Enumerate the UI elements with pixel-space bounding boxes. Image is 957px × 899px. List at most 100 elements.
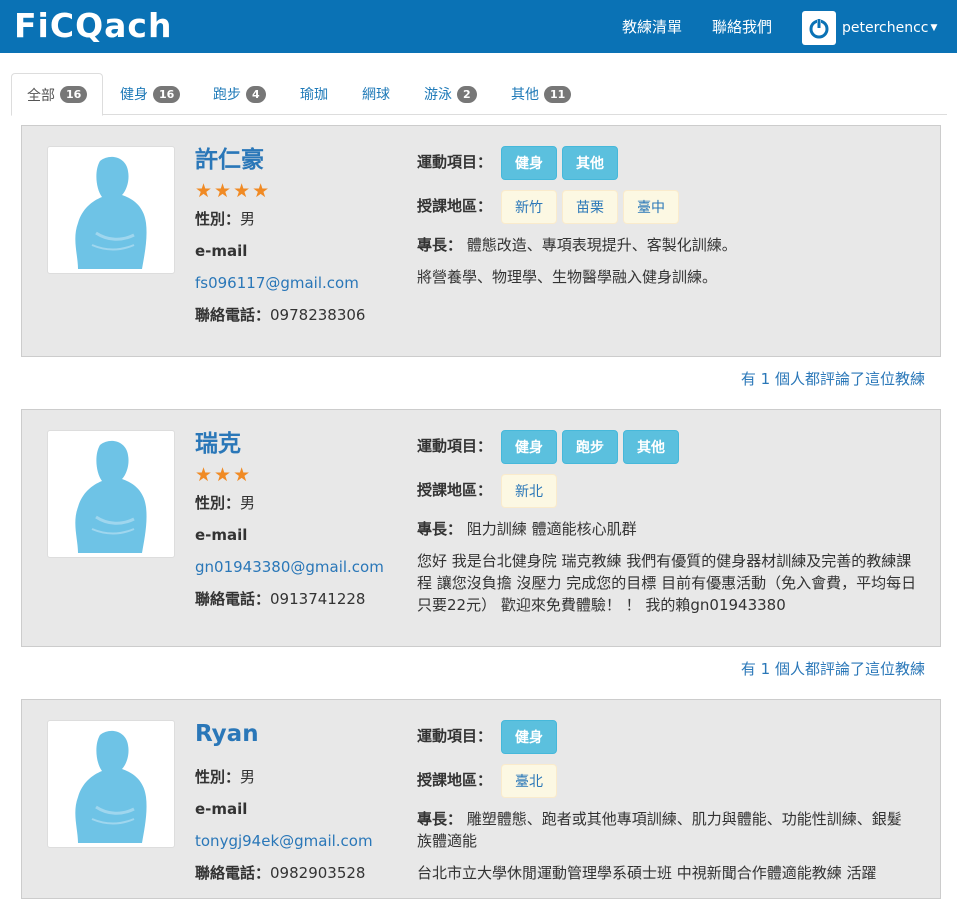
- count-badge: 16: [153, 85, 181, 103]
- specialty-text: 體態改造、專項表現提升、客製化訓練。: [466, 236, 737, 254]
- coach-name[interactable]: 許仁豪: [195, 146, 264, 174]
- avatar: [47, 146, 175, 274]
- specialty-text: 雕塑體態、跑者或其他專項訓練、肌力與體能、功能性訓練、銀髮族體適能: [417, 810, 902, 850]
- phone-label: 聯絡電話：: [195, 590, 271, 608]
- tab-label: 全部: [27, 87, 55, 104]
- email-label: e-mail: [195, 525, 247, 545]
- tab-all[interactable]: 全部 16: [11, 73, 104, 116]
- email-label-text: e-mail: [195, 526, 248, 544]
- email-link[interactable]: tonygj94ek@gmail.com: [195, 831, 373, 851]
- tab-running[interactable]: 跑步 4: [198, 73, 281, 115]
- coach-description: 將營養學、物理學、生物醫學融入健身訓練。: [417, 268, 718, 286]
- nav-contact-link[interactable]: 聯絡我們: [712, 17, 772, 37]
- area-chip[interactable]: 臺北: [501, 764, 557, 798]
- gender-line: 性別：男: [195, 493, 255, 513]
- phone-value: 0913741228: [270, 590, 366, 608]
- coach-name[interactable]: Ryan: [195, 720, 259, 748]
- areas-label: 授課地區：: [417, 481, 493, 499]
- tab-label: 游泳: [424, 87, 452, 103]
- sport-chip[interactable]: 健身: [501, 146, 557, 180]
- gender-value: 男: [240, 210, 256, 228]
- caret-down-icon: ▼: [930, 23, 938, 33]
- gender-value: 男: [240, 768, 256, 786]
- tab-fitness[interactable]: 健身 16: [105, 73, 195, 115]
- phone-label: 聯絡電話：: [195, 864, 271, 882]
- gender-line: 性別：男: [195, 209, 255, 229]
- sport-chip[interactable]: 跑步: [562, 430, 618, 464]
- tab-other[interactable]: 其他 11: [496, 73, 586, 115]
- email-label-text: e-mail: [195, 800, 248, 818]
- category-tabs: 全部 16 健身 16 跑步 4 瑜珈 網球 游泳 2 其他 11: [11, 73, 947, 116]
- sport-chip[interactable]: 其他: [623, 430, 679, 464]
- areas-label: 授課地區：: [417, 197, 493, 215]
- specialty-label: 專長：: [417, 810, 463, 828]
- coach-description: 您好 我是台北健身院 瑞克教練 我們有優質的健身器材訓練及完善的教練課程 讓您沒…: [417, 552, 917, 614]
- rating-stars: ★★★: [195, 464, 253, 486]
- power-icon: [802, 11, 836, 45]
- tab-label: 其他: [511, 87, 539, 103]
- specialty-text: 阻力訓練 體適能核心肌群: [466, 520, 637, 538]
- email-link[interactable]: gn01943380@gmail.com: [195, 557, 384, 577]
- coach-description: 台北市立大學休閒運動管理學系碩士班 中視新聞合作體適能教練 活躍: [417, 864, 877, 882]
- sport-chip[interactable]: 健身: [501, 430, 557, 464]
- specialty-line: 專長： 阻力訓練 體適能核心肌群: [417, 518, 917, 540]
- review-count-link[interactable]: 有 1 個人都評論了這位教練: [741, 369, 925, 389]
- area-chip[interactable]: 臺中: [623, 190, 679, 224]
- phone-line: 聯絡電話：0982903528: [195, 863, 365, 883]
- gender-label: 性別：: [195, 210, 241, 228]
- area-chip[interactable]: 新竹: [501, 190, 557, 224]
- coach-card: 許仁豪 ★★★★ 性別：男 e-mail fs096117@gmail.com …: [21, 125, 941, 357]
- phone-label: 聯絡電話：: [195, 306, 271, 324]
- review-count-link[interactable]: 有 1 個人都評論了這位教練: [741, 659, 925, 679]
- tab-label: 瑜珈: [300, 87, 328, 103]
- area-chips: 新北: [501, 474, 562, 508]
- specialty-line: 專長： 雕塑體態、跑者或其他專項訓練、肌力與體能、功能性訓練、銀髮族體適能: [417, 808, 907, 852]
- sports-label: 運動項目：: [417, 153, 493, 171]
- tab-label: 跑步: [213, 87, 241, 103]
- email-label: e-mail: [195, 241, 247, 261]
- sport-chip[interactable]: 健身: [501, 720, 557, 754]
- count-badge: 2: [457, 85, 477, 103]
- phone-value: 0982903528: [270, 864, 366, 882]
- tab-label: 網球: [362, 87, 390, 103]
- sports-label: 運動項目：: [417, 727, 493, 745]
- tab-swimming[interactable]: 游泳 2: [409, 73, 492, 115]
- area-chip[interactable]: 苗栗: [562, 190, 618, 224]
- sports-chips: 健身: [501, 720, 562, 754]
- phone-line: 聯絡電話：0978238306: [195, 305, 365, 325]
- sport-chip[interactable]: 其他: [562, 146, 618, 180]
- area-chips: 臺北: [501, 764, 562, 798]
- phone-value: 0978238306: [270, 306, 366, 324]
- gender-value: 男: [240, 494, 256, 512]
- count-badge: 4: [246, 85, 266, 103]
- top-navbar: FiCQach 教練清單 聯絡我們 peterchencc ▼: [0, 0, 957, 53]
- user-menu[interactable]: peterchencc ▼: [802, 11, 937, 45]
- email-link[interactable]: fs096117@gmail.com: [195, 273, 359, 293]
- phone-line: 聯絡電話：0913741228: [195, 589, 365, 609]
- count-badge: 16: [60, 86, 88, 103]
- specialty-label: 專長：: [417, 520, 463, 538]
- coach-name[interactable]: 瑞克: [195, 430, 241, 458]
- coach-card: 瑞克 ★★★ 性別：男 e-mail gn01943380@gmail.com …: [21, 409, 941, 647]
- sports-label: 運動項目：: [417, 437, 493, 455]
- tab-tennis[interactable]: 網球: [347, 73, 405, 115]
- specialty-label: 專長：: [417, 236, 463, 254]
- specialty-line: 專長： 體態改造、專項表現提升、客製化訓練。: [417, 234, 917, 256]
- tab-label: 健身: [120, 87, 148, 103]
- username-label: peterchencc: [842, 20, 929, 36]
- count-badge: 11: [544, 85, 572, 103]
- gender-label: 性別：: [195, 768, 241, 786]
- site-logo[interactable]: FiCQach: [14, 6, 172, 46]
- area-chips: 新竹 苗栗 臺中: [501, 190, 684, 224]
- area-chip[interactable]: 新北: [501, 474, 557, 508]
- nav-coach-list-link[interactable]: 教練清單: [622, 17, 682, 37]
- sports-chips: 健身 其他: [501, 146, 623, 180]
- tab-yoga[interactable]: 瑜珈: [285, 73, 343, 115]
- rating-stars: ★★★★: [195, 180, 272, 202]
- avatar: [47, 720, 175, 848]
- email-label: e-mail: [195, 799, 247, 819]
- coach-card: Ryan 性別：男 e-mail tonygj94ek@gmail.com 聯絡…: [21, 699, 941, 899]
- sports-chips: 健身 跑步 其他: [501, 430, 684, 464]
- gender-line: 性別：男: [195, 767, 255, 787]
- email-label-text: e-mail: [195, 242, 248, 260]
